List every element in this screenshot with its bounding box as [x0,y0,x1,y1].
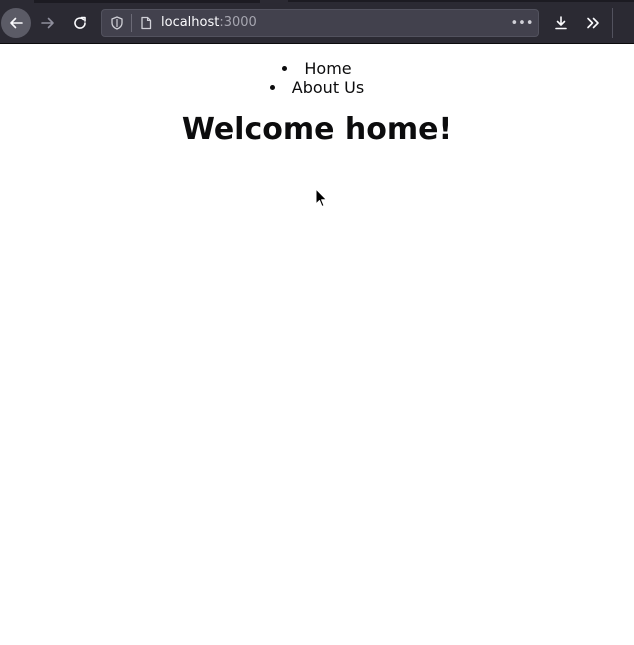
url-text[interactable]: localhost:3000 [161,15,257,31]
site-nav: Home About Us [0,59,634,97]
tracking-shield-icon[interactable] [109,15,125,31]
nav-link-about[interactable]: About Us [292,78,364,97]
chevron-double-right-icon [587,17,599,29]
download-button[interactable] [546,8,576,38]
page-title: Welcome home! [181,112,453,147]
page-actions-button[interactable]: ••• [511,14,534,32]
reload-button[interactable] [65,8,95,38]
forward-arrow-icon [41,17,54,29]
nav-item-about: About Us [0,78,634,97]
reload-icon [74,16,86,29]
url-host: localhost [161,15,220,30]
url-port: :3000 [219,15,257,30]
address-bar[interactable]: localhost:3000 ••• [101,9,539,37]
nav-item-home: Home [0,59,634,78]
toolbar-divider [612,8,613,38]
forward-button[interactable] [33,8,63,38]
back-button[interactable] [1,8,31,38]
active-tab-edge [34,0,260,3]
page-content: Home About Us Welcome home! [0,44,634,645]
download-icon [555,16,567,30]
nav-link-home[interactable]: Home [304,59,351,78]
tab-strip [288,0,634,2]
address-bar-separator [131,14,132,32]
back-arrow-icon [10,17,23,29]
overflow-menu-button[interactable] [578,8,608,38]
page-icon[interactable] [138,15,154,31]
mouse-cursor-icon [315,188,327,207]
browser-toolbar: localhost:3000 ••• [0,0,634,44]
